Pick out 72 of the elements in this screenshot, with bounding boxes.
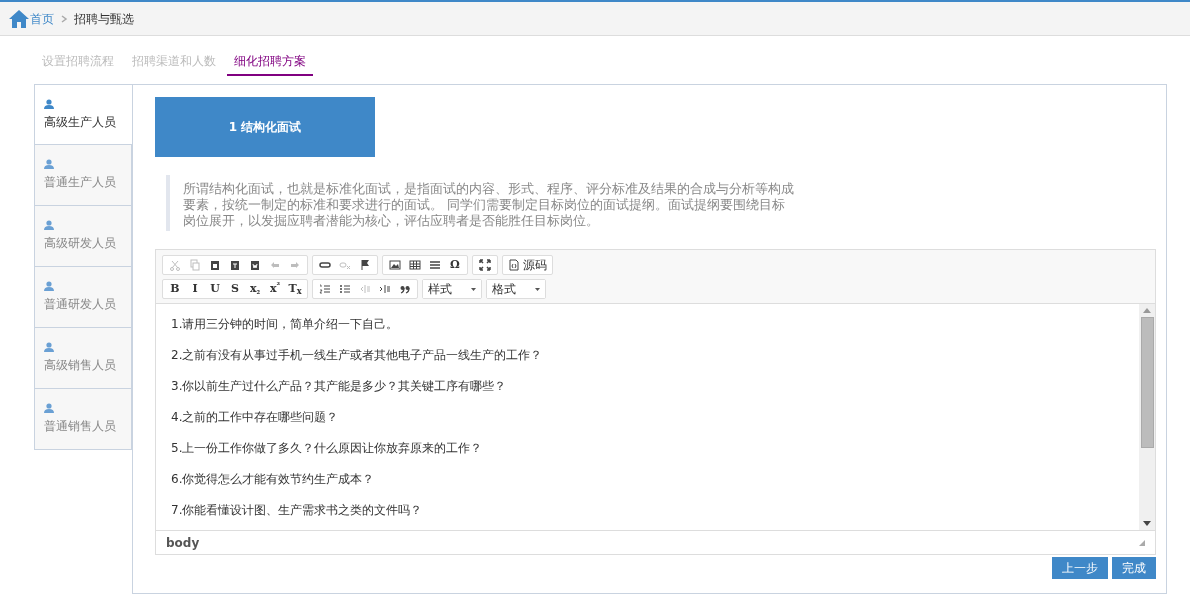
toolbar-button[interactable]: Ω xyxy=(445,256,465,274)
toolbar-button[interactable]: x$^{²}$ xyxy=(265,280,285,298)
action-button[interactable]: 上一步 xyxy=(1052,557,1108,579)
editor-paragraph: 6.你觉得怎么才能有效节约生产成本？ xyxy=(171,471,376,488)
person-icon xyxy=(44,98,54,109)
editor-paragraph: 7.你能看懂设计图、生产需求书之类的文件吗？ xyxy=(171,502,424,519)
format-dropdown[interactable]: 格式 xyxy=(487,280,545,298)
section-title: 1 结构化面试 xyxy=(155,97,375,157)
clipboard-icon xyxy=(209,259,221,271)
toolbar-button[interactable]: T$_{x}$ xyxy=(285,280,305,298)
sidebar-item-label: 高级研发人员 xyxy=(44,235,117,252)
document-icon xyxy=(508,259,520,271)
sidebar-item[interactable]: 高级销售人员 xyxy=(34,328,132,389)
sidebar-item[interactable]: 高级研发人员 xyxy=(34,206,132,267)
dropdown-label: 格式 xyxy=(492,281,516,298)
sidebar-item-label: 普通研发人员 xyxy=(44,296,117,313)
step-tab[interactable]: 细化招聘方案 xyxy=(227,52,313,76)
editor-paragraph: 5.上一份工作你做了多久？什么原因让你放弃原来的工作？ xyxy=(171,440,484,457)
maximize-icon xyxy=(479,259,491,271)
quote-icon xyxy=(399,283,411,295)
sidebar-item-label: 高级销售人员 xyxy=(44,357,117,374)
toolbar-button[interactable]: S xyxy=(225,280,245,298)
scrollbar[interactable] xyxy=(1139,304,1155,530)
link-icon xyxy=(319,259,331,271)
editor-paragraph: 3.你以前生产过什么产品？其产能是多少？其关键工序有哪些？ xyxy=(171,378,508,395)
clipboard-icon xyxy=(249,259,261,271)
toolbar-button[interactable]: U xyxy=(205,280,225,298)
person-icon xyxy=(44,220,54,230)
numbered-list-icon xyxy=(319,283,331,295)
unlink-icon xyxy=(339,259,351,271)
element-path: body xyxy=(166,534,200,552)
person-icon xyxy=(44,403,54,413)
sidebar-item[interactable]: 普通销售人员 xyxy=(34,389,132,450)
sidebar-item-label: 高级生产人员 xyxy=(44,113,117,131)
sidebar-item[interactable]: 普通研发人员 xyxy=(34,267,132,328)
bullet-list-icon xyxy=(339,283,351,295)
editor-paragraph: 1.请用三分钟的时间，简单介绍一下自己。 xyxy=(171,316,400,333)
image-icon xyxy=(389,259,401,271)
sidebar-item-label: 普通生产人员 xyxy=(44,174,117,191)
sidebar-item[interactable]: 高级生产人员 xyxy=(34,84,133,145)
scroll-up-icon xyxy=(1143,308,1151,313)
breadcrumb-current: 招聘与甄选 xyxy=(74,10,134,28)
home-link[interactable]: 首页 xyxy=(30,9,54,28)
toolbar-button[interactable]: x$_{₂}$ xyxy=(245,280,265,298)
table-icon xyxy=(409,259,421,271)
toolbar-button[interactable]: I xyxy=(185,280,205,298)
indent-icon xyxy=(379,283,391,295)
scissors-icon xyxy=(169,259,181,271)
person-icon xyxy=(44,281,54,291)
redo-icon xyxy=(289,259,301,271)
flag-icon xyxy=(359,259,371,271)
editor-paragraph: 2.之前有没有从事过手机一线生产或者其他电子产品一线生产的工作？ xyxy=(171,347,544,364)
person-icon xyxy=(44,159,54,169)
sidebar-item[interactable]: 普通生产人员 xyxy=(34,145,132,206)
sidebar-item-label: 普通销售人员 xyxy=(44,418,117,435)
horizontal-lines-icon xyxy=(429,259,441,271)
person-icon xyxy=(44,342,54,352)
toolbar-button[interactable]: B xyxy=(165,280,185,298)
copy-icon xyxy=(189,259,201,271)
clipboard-icon xyxy=(229,259,241,271)
outdent-icon xyxy=(359,283,371,295)
home-icon xyxy=(8,8,30,29)
dropdown-label: 样式 xyxy=(428,281,452,298)
source-button[interactable]: 源码 xyxy=(505,256,550,274)
caret-icon xyxy=(535,287,540,291)
editor-paragraph: 4.之前的工作中存在哪些问题？ xyxy=(171,409,340,426)
description-quote: 所谓结构化面试，也就是标准化面试，是指面试的内容、形式、程序、评分标准及结果的合成与分析等构成要素，按统一制定的标准和要求进行的面试。 同学们需要制定目标岗位的面试提纲。面试提纲要围绕目标岗位展开，以发掘应聘者潜能为核心，评估应聘者是否能胜任目标岗位。 xyxy=(166,175,796,231)
resize-grip-icon xyxy=(1139,539,1145,546)
action-button[interactable]: 完成 xyxy=(1112,557,1156,579)
format-dropdown[interactable]: 样式 xyxy=(423,280,481,298)
caret-icon xyxy=(471,287,476,291)
scroll-down-icon xyxy=(1143,521,1151,526)
